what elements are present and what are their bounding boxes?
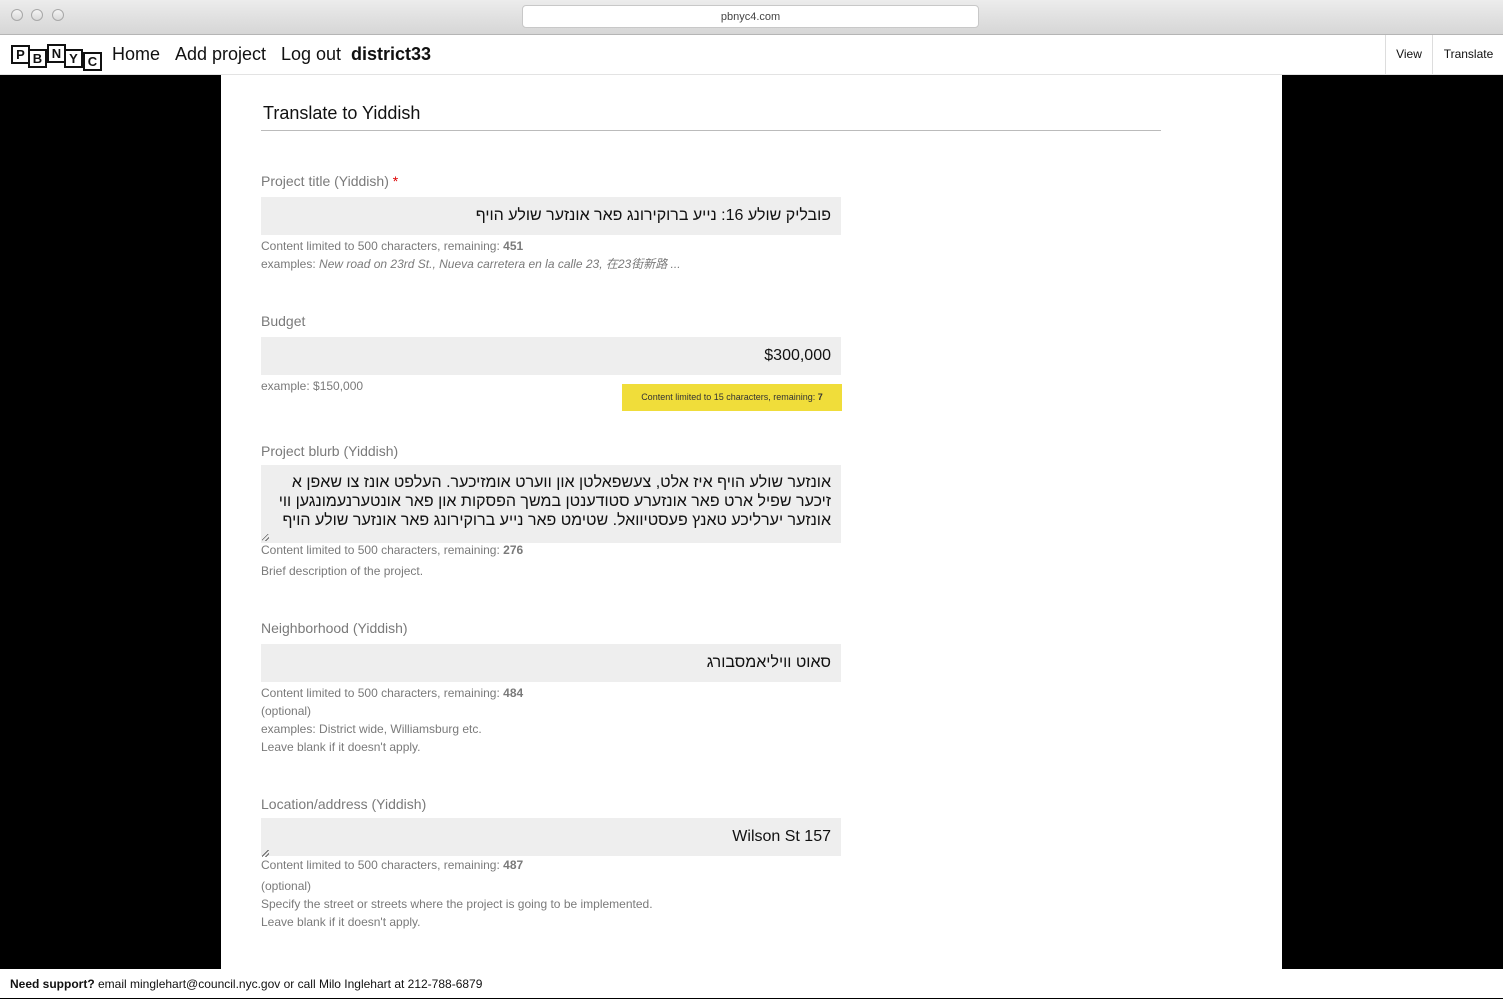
nav-log-out-link[interactable]: Log out (281, 44, 341, 65)
logo-letter: Y (64, 49, 83, 68)
page-title: Translate to Yiddish (263, 103, 421, 123)
tooltip-text: Content limited to 15 characters, remain… (641, 392, 816, 402)
location-specify: Specify the street or streets where the … (261, 897, 653, 911)
neighborhood-input[interactable]: סאוט וויליאמסבורג (261, 644, 841, 682)
neighborhood-label: Neighborhood (Yiddish) (261, 620, 408, 636)
translate-tab[interactable]: Translate (1432, 35, 1503, 74)
project-title-examples: examples: New road on 23rd St., Nueva ca… (261, 255, 681, 273)
budget-input[interactable]: $300,000 (261, 337, 841, 375)
limit-text: Content limited to 500 characters, remai… (261, 239, 500, 253)
nav-add-project-link[interactable]: Add project (175, 44, 266, 65)
character-limit-tooltip: Content limited to 15 characters, remain… (622, 384, 842, 411)
examples-prefix: examples: (261, 257, 316, 271)
project-title-limit: Content limited to 500 characters, remai… (261, 237, 681, 255)
address-bar[interactable]: pbnyc4.com (522, 5, 979, 28)
support-label: Need support? (10, 977, 95, 991)
project-blurb-help: Content limited to 500 characters, remai… (261, 541, 523, 580)
limit-text: Content limited to 500 characters, remai… (261, 543, 500, 557)
browser-toolbar: pbnyc4.com (0, 0, 1503, 35)
remaining-count: 276 (503, 543, 524, 557)
neighborhood-limit: Content limited to 500 characters, remai… (261, 684, 523, 702)
neighborhood-blank-note: Leave blank if it doesn't apply. (261, 740, 421, 754)
nav-user-name: district33 (351, 44, 432, 64)
project-blurb-textarea[interactable]: אונזער שולע הויף איז אלט, צעשפאלטן און ו… (261, 465, 841, 543)
required-marker: * (392, 173, 399, 189)
budget-example: example: $150,000 (261, 379, 364, 393)
remaining-count: 484 (503, 686, 524, 700)
translate-form-panel: Translate to Yiddish Project title (Yidd… (221, 75, 1282, 969)
project-title-input[interactable]: פובליק שולע 16: נייע ברוקירונג פאר אונזע… (261, 197, 841, 235)
location-blank-note: Leave blank if it doesn't apply. (261, 915, 421, 929)
remaining-count: 487 (503, 858, 524, 872)
location-input[interactable]: Wilson St 157 (261, 818, 841, 856)
logo-letter: B (28, 49, 47, 68)
view-tab[interactable]: View (1385, 35, 1432, 74)
project-blurb-limit: Content limited to 500 characters, remai… (261, 541, 523, 559)
support-contact-text: email minglehart@council.nyc.gov or call… (94, 977, 483, 991)
app-navbar: P B N Y C Home Add project Log out distr… (0, 35, 1503, 75)
remaining-count: 451 (503, 239, 524, 253)
logo-letter: C (83, 52, 102, 71)
location-help: Content limited to 500 characters, remai… (261, 856, 653, 931)
textarea-resize-handle[interactable] (262, 534, 269, 541)
minimize-window-button[interactable] (31, 9, 43, 21)
limit-text: Content limited to 500 characters, remai… (261, 686, 500, 700)
location-optional: (optional) (261, 879, 312, 893)
nav-home-link[interactable]: Home (112, 44, 160, 65)
neighborhood-examples: examples: District wide, Williamsburg et… (261, 722, 482, 736)
close-window-button[interactable] (11, 9, 23, 21)
tooltip-remaining-count: 7 (817, 392, 823, 402)
project-title-help: Content limited to 500 characters, remai… (261, 237, 681, 273)
neighborhood-optional: (optional) (261, 704, 312, 718)
neighborhood-help: Content limited to 500 characters, remai… (261, 684, 523, 756)
project-blurb-description: Brief description of the project. (261, 564, 424, 578)
location-label: Location/address (Yiddish) (261, 796, 427, 812)
budget-label: Budget (261, 313, 306, 329)
project-title-label: Project title (Yiddish) * (261, 173, 398, 189)
support-footer: Need support? email minglehart@council.n… (0, 969, 1503, 998)
project-blurb-label: Project blurb (Yiddish) (261, 443, 399, 459)
limit-text: Content limited to 500 characters, remai… (261, 858, 500, 872)
zoom-window-button[interactable] (52, 9, 64, 21)
location-limit: Content limited to 500 characters, remai… (261, 856, 653, 874)
heading-divider (261, 130, 1161, 131)
examples-text: New road on 23rd St., Nueva carretera en… (319, 257, 681, 271)
project-title-label-text: Project title (Yiddish) (261, 173, 389, 189)
